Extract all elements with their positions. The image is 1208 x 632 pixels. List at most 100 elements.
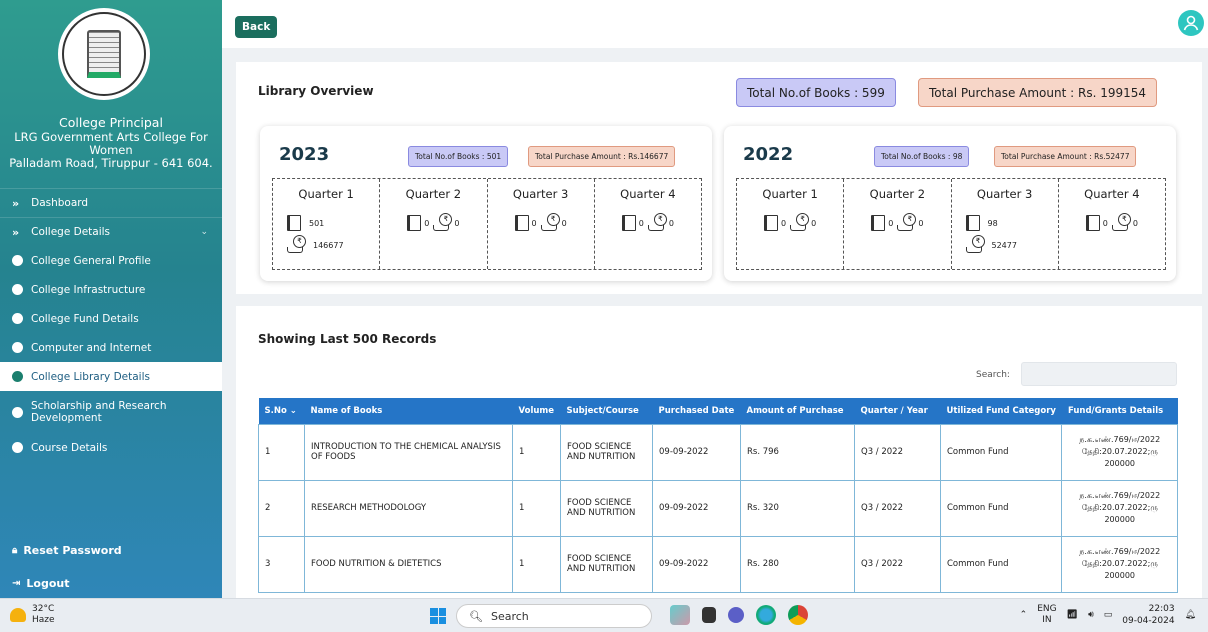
windows-start-icon[interactable] — [430, 608, 446, 624]
volume-icon[interactable]: 🔊︎ — [1088, 610, 1094, 620]
edge-browser-icon[interactable] — [756, 605, 776, 625]
quarter-books: 98 — [987, 218, 998, 228]
cell-fund: Common Fund — [939, 479, 1063, 537]
quarter-books: 0 — [638, 218, 644, 228]
column-header-volume[interactable]: Volume — [512, 398, 561, 424]
windows-taskbar: 32°C Haze 🔍︎ Search ⌃ ENG IN 📶︎ 🔊︎ ▭ 22:03 0… — [0, 598, 1208, 632]
quarter-values: 0 0 — [844, 213, 950, 231]
quarters-grid: Quarter 1 0 0 Quarter 2 0 0 Quarter 3 98… — [736, 178, 1166, 270]
sidebar-item-general-profile[interactable]: College General Profile — [0, 246, 222, 275]
sidebar-item-dashboard[interactable]: » Dashboard — [0, 188, 222, 217]
language-indicator[interactable]: ENG IN — [1037, 604, 1056, 626]
year-label: 2023 — [279, 144, 330, 165]
quarter-amount: 0 — [561, 218, 567, 228]
table-row: 1 INTRODUCTION TO THE CHEMICAL ANALYSIS … — [258, 423, 1178, 481]
college-info: College Principal LRG Government Arts Co… — [0, 116, 222, 170]
table-header-row: S.No ⌄ Name of Books Volume Subject/Cour… — [258, 398, 1178, 424]
cell-quarter: Q3 / 2022 — [854, 535, 941, 593]
column-header-grants[interactable]: Fund/Grants Details — [1061, 398, 1178, 424]
quarter-values: 0 0 — [488, 213, 594, 231]
money-hand-icon — [790, 213, 810, 231]
quarter-values: 0 0 — [737, 213, 843, 231]
search-input[interactable] — [1021, 362, 1177, 386]
column-header-quarter[interactable]: Quarter / Year — [854, 398, 941, 424]
battery-icon[interactable]: ▭ — [1104, 610, 1113, 620]
chevron-down-icon: ⌄ — [200, 227, 208, 237]
table-row: 3 FOOD NUTRITION & DIETETICS 1 FOOD SCIE… — [258, 535, 1178, 593]
column-header-amount[interactable]: Amount of Purchase — [740, 398, 855, 424]
wifi-icon[interactable]: 📶︎ — [1067, 610, 1078, 620]
quarter-amount: 0 — [811, 218, 817, 228]
cell-amount: Rs. 796 — [740, 423, 855, 481]
bullet-icon — [12, 342, 23, 353]
reset-password-link[interactable]: 🔒︎ Reset Password — [12, 544, 122, 557]
column-header-sno[interactable]: S.No ⌄ — [258, 398, 305, 424]
clock[interactable]: 22:03 09-04-2024 — [1122, 603, 1174, 627]
sidebar-item-scholarship[interactable]: Scholarship and Research Development — [0, 391, 222, 433]
double-chevron-icon: » — [12, 196, 20, 210]
sidebar-item-library-details[interactable]: College Library Details — [0, 362, 222, 391]
year-books-pill: Total No.of Books : 98 — [874, 146, 970, 167]
year-label: 2022 — [743, 144, 794, 165]
sidebar-item-label: College Infrastructure — [31, 283, 146, 296]
quarter-cell: Quarter 2 0 0 — [844, 179, 952, 269]
sidebar-item-infrastructure[interactable]: College Infrastructure — [0, 275, 222, 304]
bullet-icon — [12, 284, 23, 295]
cell-subject: FOOD SCIENCE AND NUTRITION — [560, 423, 653, 481]
quarter-values: 501 146677 — [273, 215, 379, 259]
file-explorer-icon[interactable] — [702, 607, 716, 623]
notification-bell-icon[interactable]: 🔔︎ — [1185, 610, 1196, 620]
sidebar-item-course-details[interactable]: Course Details — [0, 433, 222, 462]
weather-widget[interactable]: 32°C Haze — [10, 604, 55, 626]
quarter-title: Quarter 3 — [976, 187, 1033, 201]
sidebar-item-college-details[interactable]: » College Details ⌄ — [0, 217, 222, 246]
topbar: Back — [222, 0, 1208, 48]
cell-volume: 1 — [512, 535, 561, 593]
sidebar-item-label: College Fund Details — [31, 312, 139, 325]
money-hand-icon — [965, 235, 985, 253]
cell-name: RESEARCH METHODOLOGY — [304, 479, 513, 537]
book-icon — [514, 215, 529, 231]
column-header-fund-category[interactable]: Utilized Fund Category — [940, 398, 1062, 424]
quarter-books: 0 — [1102, 218, 1108, 228]
chevron-up-icon[interactable]: ⌃ — [1020, 610, 1028, 620]
overview-title: Library Overview — [258, 84, 374, 98]
sidebar-item-fund-details[interactable]: College Fund Details — [0, 304, 222, 333]
cell-sno: 3 — [258, 535, 305, 593]
book-icon — [764, 215, 779, 231]
user-avatar-icon[interactable] — [1178, 10, 1204, 36]
quarter-cell: Quarter 3 98 52477 — [952, 179, 1059, 269]
column-header-subject[interactable]: Subject/Course — [560, 398, 653, 424]
lock-icon: 🔒︎ — [12, 545, 18, 556]
column-header-name[interactable]: Name of Books — [304, 398, 513, 424]
bullet-icon — [12, 442, 23, 453]
reset-password-label: Reset Password — [23, 544, 122, 557]
back-button[interactable]: Back — [235, 16, 278, 38]
column-header-date[interactable]: Purchased Date — [652, 398, 741, 424]
sidebar-item-computer-internet[interactable]: Computer and Internet — [0, 333, 222, 362]
records-panel: Showing Last 500 Records Search: S.No ⌄ … — [236, 306, 1202, 598]
year-amount-pill: Total Purchase Amount : Rs.52477 — [994, 146, 1137, 167]
quarter-cell: Quarter 1 0 0 — [737, 179, 845, 269]
widgets-app-icon[interactable] — [670, 605, 690, 625]
cell-amount: Rs. 320 — [740, 479, 855, 537]
chrome-browser-icon[interactable] — [788, 605, 808, 625]
teams-icon[interactable] — [728, 607, 744, 623]
quarter-cell: Quarter 4 0 0 — [595, 179, 701, 269]
quarter-values: 98 52477 — [952, 215, 1058, 259]
system-tray: ⌃ ENG IN 📶︎ 🔊︎ ▭ 22:03 09-04-2024 🔔︎ — [1020, 603, 1196, 627]
quarter-cell: Quarter 1 501 146677 — [273, 179, 381, 269]
logout-link[interactable]: ⇥ Logout — [12, 577, 69, 590]
sidebar-item-label: College General Profile — [31, 254, 151, 267]
cell-sno: 1 — [258, 423, 305, 481]
money-hand-icon — [897, 213, 917, 231]
taskbar-search-label: Search — [490, 609, 529, 623]
sidebar-nav: » Dashboard » College Details ⌄ College Gen… — [0, 188, 222, 462]
search-icon: 🔍︎ — [469, 609, 483, 623]
quarter-amount: 146677 — [313, 240, 344, 250]
cell-date: 09-09-2022 — [652, 479, 741, 537]
taskbar-search[interactable]: 🔍︎ Search — [456, 604, 652, 628]
quarter-amount: 0 — [918, 218, 924, 228]
money-hand-icon — [287, 235, 306, 253]
quarter-books: 0 — [888, 218, 894, 228]
